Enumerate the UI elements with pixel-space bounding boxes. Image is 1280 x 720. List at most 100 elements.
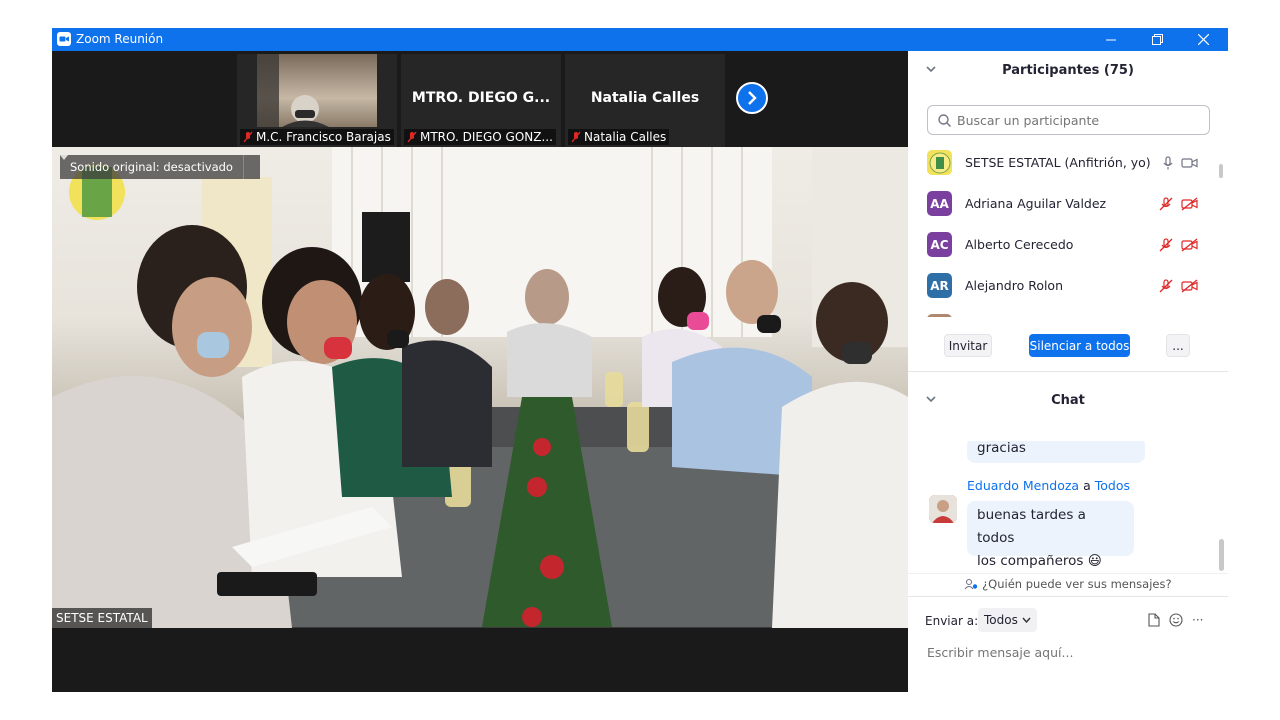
tile-label-text: M.C. Francisco Barajas bbox=[256, 130, 391, 144]
tile-label: MTRO. DIEGO GONZ... bbox=[404, 129, 556, 145]
meeting-area: M.C. Francisco Barajas MTRO. DIEGO G... … bbox=[52, 51, 908, 692]
filmstrip-tile[interactable]: M.C. Francisco Barajas bbox=[237, 54, 397, 147]
participant-name: Alejandro Rolon bbox=[965, 278, 1064, 293]
chat-sender-line: Eduardo Mendoza a Todos bbox=[967, 478, 1130, 493]
tile-name: Natalia Calles bbox=[590, 90, 700, 106]
participant-filmstrip: M.C. Francisco Barajas MTRO. DIEGO G... … bbox=[237, 54, 725, 148]
zoom-window: Zoom Reunión M.C. Francisco Barajas MTRO… bbox=[52, 28, 1228, 692]
chat-message: gracias bbox=[967, 441, 1145, 463]
divider bbox=[908, 573, 1228, 574]
minimize-button[interactable] bbox=[1088, 28, 1134, 51]
video-camera-icon[interactable] bbox=[1181, 157, 1198, 169]
close-button[interactable] bbox=[1180, 28, 1226, 51]
participant-avatar: AA bbox=[927, 191, 952, 216]
participant-name: SETSE ESTATAL (Anfitrión, yo) bbox=[965, 155, 1151, 170]
tile-label-text: Natalia Calles bbox=[584, 130, 667, 144]
tile-name: MTRO. DIEGO G... bbox=[411, 90, 551, 106]
host-avatar bbox=[927, 150, 952, 175]
send-to-select[interactable]: Todos bbox=[978, 608, 1037, 632]
send-to-label: Enviar a: bbox=[925, 614, 979, 628]
send-to-value: Todos bbox=[984, 613, 1018, 627]
participants-title: Participantes (75) bbox=[1002, 63, 1134, 78]
emoji-smile: 😃 bbox=[1087, 553, 1102, 569]
participant-avatar bbox=[927, 314, 952, 317]
invite-button[interactable]: Invitar bbox=[944, 334, 992, 357]
mic-muted-icon bbox=[571, 131, 581, 143]
sender-avatar bbox=[929, 495, 957, 523]
mic-icon[interactable] bbox=[1163, 155, 1173, 170]
restore-icon bbox=[1151, 34, 1163, 45]
participant-controls bbox=[1159, 237, 1198, 252]
divider bbox=[908, 371, 1228, 372]
video-off-icon[interactable] bbox=[1181, 237, 1198, 252]
participant-row[interactable]: AR Alejandro Rolon bbox=[908, 265, 1220, 306]
participant-avatar: AC bbox=[927, 232, 952, 257]
participant-list: SETSE ESTATAL (Anfitrión, yo) AA Adriana… bbox=[908, 142, 1220, 317]
who-can-see-text: ¿Quién puede ver sus mensajes? bbox=[982, 577, 1172, 591]
tile-label: M.C. Francisco Barajas bbox=[240, 129, 394, 145]
mic-muted-icon bbox=[243, 131, 253, 143]
minimize-icon bbox=[1106, 39, 1116, 40]
chevron-right-icon bbox=[748, 91, 757, 105]
caret-down-icon bbox=[60, 155, 68, 160]
mic-muted-icon bbox=[407, 131, 417, 143]
search-input[interactable] bbox=[955, 111, 1199, 129]
chat-message-text: gracias bbox=[977, 441, 1026, 456]
zoom-app-icon bbox=[57, 32, 71, 46]
participant-controls bbox=[1163, 155, 1198, 170]
side-panel: Participantes (75) SETSE ESTATAL (Anfitr… bbox=[908, 51, 1228, 692]
chat-recipient: Todos bbox=[1094, 478, 1130, 493]
window-title: Zoom Reunión bbox=[76, 32, 164, 46]
chat-sender-name[interactable]: Eduardo Mendoza bbox=[967, 478, 1079, 493]
active-speaker-video: Sonido original: desactivado SETSE ESTAT… bbox=[52, 147, 908, 628]
divider bbox=[908, 596, 1228, 597]
participant-row[interactable] bbox=[908, 306, 1220, 317]
participant-row[interactable]: AA Adriana Aguilar Valdez bbox=[908, 183, 1220, 224]
scrollbar-thumb[interactable] bbox=[1219, 164, 1223, 178]
chat-to-word: a bbox=[1083, 478, 1091, 493]
chat-header: Chat bbox=[908, 381, 1228, 421]
chat-scrollbar[interactable] bbox=[1219, 443, 1225, 573]
chat-message-line: los compañeros bbox=[977, 553, 1084, 569]
mic-muted-icon[interactable] bbox=[1159, 196, 1173, 211]
chat-message-input[interactable] bbox=[925, 641, 1209, 663]
filmstrip-next-button[interactable] bbox=[736, 82, 768, 114]
filmstrip-tile[interactable]: Natalia Calles Natalia Calles bbox=[565, 54, 725, 147]
user-eye-icon bbox=[964, 578, 978, 590]
participant-scrollbar[interactable] bbox=[1218, 164, 1224, 344]
file-icon[interactable] bbox=[1148, 613, 1160, 627]
meeting-room-scene bbox=[52, 147, 908, 628]
mic-muted-icon[interactable] bbox=[1159, 237, 1173, 252]
scrollbar-thumb[interactable] bbox=[1219, 539, 1224, 571]
mute-all-button[interactable]: Silenciar a todos bbox=[1029, 334, 1130, 357]
search-icon bbox=[938, 113, 951, 127]
participant-name: Adriana Aguilar Valdez bbox=[965, 196, 1107, 211]
emoji-icon[interactable] bbox=[1169, 613, 1183, 627]
video-off-icon[interactable] bbox=[1181, 196, 1198, 211]
participant-row[interactable]: SETSE ESTATAL (Anfitrión, yo) bbox=[908, 142, 1220, 183]
tile-label-text: MTRO. DIEGO GONZ... bbox=[420, 130, 553, 144]
restore-button[interactable] bbox=[1134, 28, 1180, 51]
filmstrip-tile[interactable]: MTRO. DIEGO G... MTRO. DIEGO GONZ... bbox=[401, 54, 561, 147]
chat-tools: ··· bbox=[1148, 613, 1203, 627]
original-sound-toggle[interactable]: Sonido original: desactivado bbox=[60, 155, 260, 179]
tile-label: Natalia Calles bbox=[568, 129, 670, 145]
who-can-see-link[interactable]: ¿Quién puede ver sus mensajes? bbox=[908, 577, 1228, 591]
speaker-name-label: SETSE ESTATAL bbox=[52, 608, 152, 628]
chat-messages: gracias Eduardo Mendoza a Todos buenas t… bbox=[908, 441, 1220, 573]
participant-controls bbox=[1159, 278, 1198, 293]
title-bar: Zoom Reunión bbox=[52, 28, 1228, 51]
participant-search[interactable] bbox=[927, 105, 1210, 135]
chevron-down-icon bbox=[1022, 617, 1031, 623]
mic-muted-icon[interactable] bbox=[1159, 278, 1173, 293]
more-options-button[interactable]: ... bbox=[1166, 334, 1190, 357]
chat-message: buenas tardes a todos los compañeros 😃 bbox=[967, 501, 1134, 569]
original-sound-dropdown[interactable] bbox=[60, 155, 260, 179]
original-sound-label: Sonido original: desactivado bbox=[70, 160, 233, 174]
video-off-icon[interactable] bbox=[1181, 278, 1198, 293]
participant-row[interactable]: AC Alberto Cerecedo bbox=[908, 224, 1220, 265]
participant-video bbox=[257, 54, 377, 127]
chat-more-button[interactable]: ··· bbox=[1192, 613, 1203, 627]
sender-avatar-image bbox=[929, 495, 957, 523]
participant-avatar: AR bbox=[927, 273, 952, 298]
